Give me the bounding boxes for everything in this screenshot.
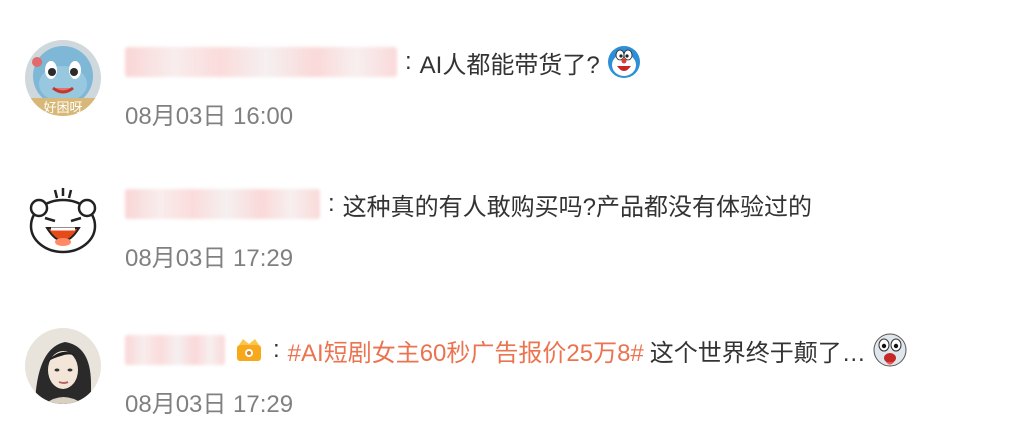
comment-item: : 这种真的有人敢购买吗?产品都没有体验过的 08月03日 17:29 [0,172,1033,312]
comment-item: : #AI短剧女主60秒广告报价25万8# 这个世界终于颠了… 08月03日 1… [0,318,1033,443]
username-redacted[interactable] [125,335,225,365]
comment-list: 好困呀 : AI人都能带货了? 08月03日 16:00: 这种真的有人敢购买… [0,0,1033,443]
comment-timestamp: 08月03日 17:29 [125,391,294,418]
shocked-face-emoji-icon [872,332,908,368]
woman-portrait-avatar-icon [25,328,101,404]
avatar[interactable] [25,328,101,404]
cartoon-squirtle-avatar-icon: 好困呀 [25,40,101,116]
comment-timestamp: 08月03日 17:29 [125,245,294,272]
username-redacted[interactable] [125,47,397,77]
comment-text: AI人都能带货了? [419,51,600,79]
comment-item: 好困呀 : AI人都能带货了? 08月03日 16:00 [0,30,1033,170]
comment-line: : #AI短剧女主60秒广告报价25万8# 这个世界终于颠了… [125,332,908,368]
avatar[interactable] [25,182,101,258]
svg-text:好困呀: 好困呀 [43,101,82,116]
avatar[interactable]: 好困呀 [25,40,101,116]
comment-text: 这种真的有人敢购买吗?产品都没有体验过的 [342,193,813,221]
vip-badge-icon [233,335,265,365]
colon-separator: : [273,336,280,363]
comment-line: : AI人都能带货了? [125,44,642,80]
hashtag-link[interactable]: #AI短剧女主60秒广告报价25万8# [288,333,644,368]
comment-line: : 这种真的有人敢购买吗?产品都没有体验过的 [125,186,812,222]
colon-separator: : [328,190,335,217]
username-redacted[interactable] [125,189,320,219]
cartoon-bear-laughing-avatar-icon [25,182,101,258]
comment-text: 这个世界终于颠了… [649,339,866,367]
doraemon-emoji-icon [606,44,642,80]
colon-separator: : [405,48,412,75]
comment-timestamp: 08月03日 16:00 [125,103,294,130]
